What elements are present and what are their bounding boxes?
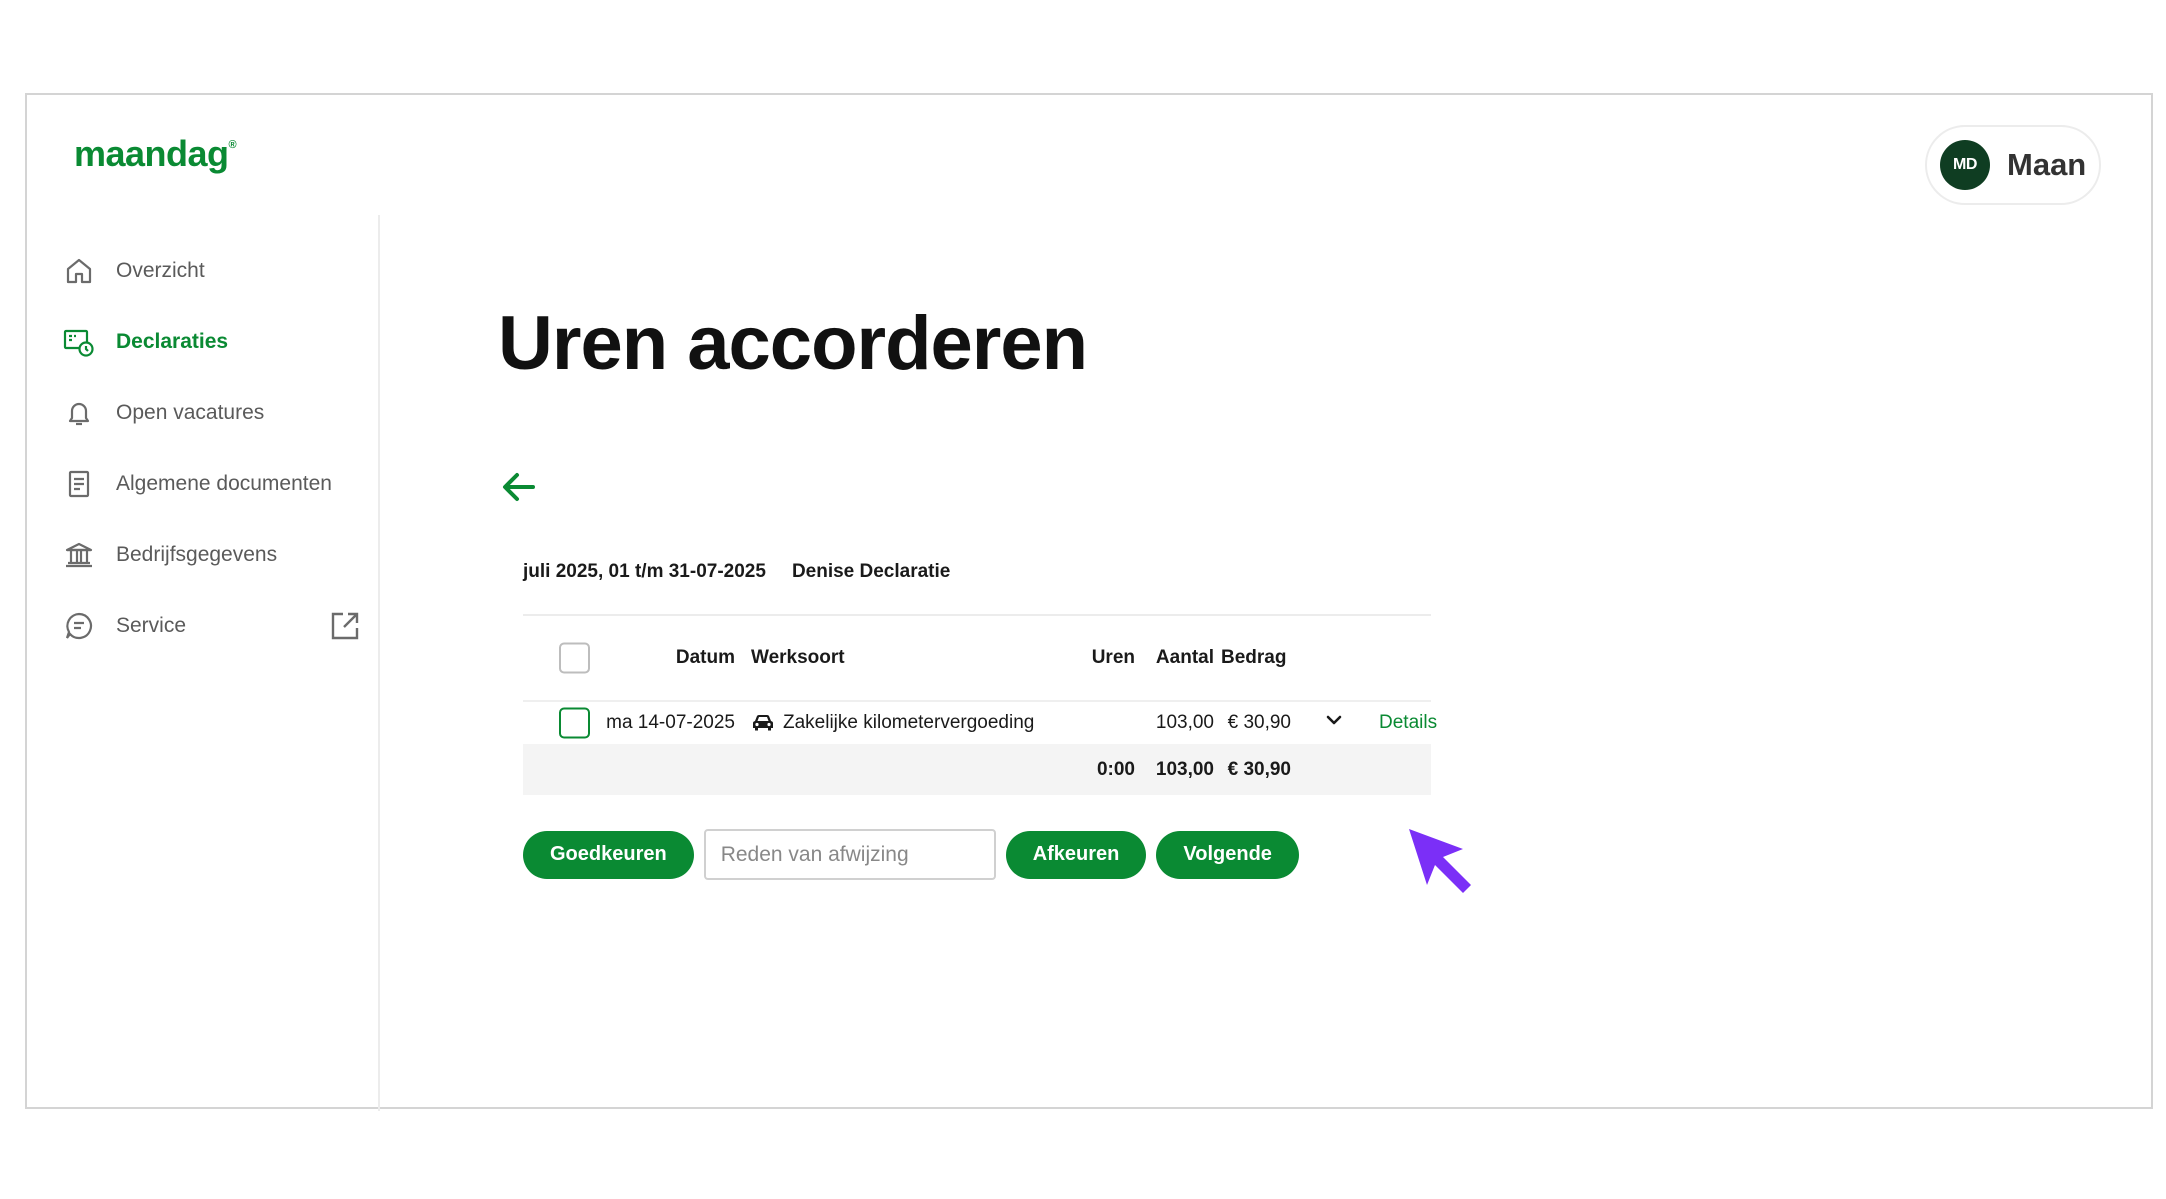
approve-button[interactable]: Goedkeuren — [523, 830, 694, 879]
sidebar-item-overzicht[interactable]: Overzicht — [62, 235, 362, 306]
bank-icon — [62, 538, 96, 572]
sidebar-item-label: Declaraties — [116, 329, 229, 353]
header-werksoort: Werksoort — [751, 647, 845, 668]
total-uren: 0:00 — [1096, 758, 1135, 780]
werksoort-label: Zakelijke kilometervergoeding — [783, 712, 1035, 733]
sidebar-divider — [378, 215, 380, 1111]
sidebar-item-label: Bedrijfsgegevens — [116, 542, 278, 566]
avatar: MD — [1940, 140, 1990, 190]
total-aantal: 103,00 — [1155, 758, 1214, 780]
mouse-cursor-icon — [1407, 827, 1475, 895]
expand-row-button[interactable] — [1323, 709, 1345, 737]
table-row: ma 14-07-2025 Zakelijke kilometervergoed… — [523, 702, 1437, 744]
receipt-clock-icon — [62, 325, 96, 359]
total-bedrag: € 30,90 — [1227, 758, 1291, 780]
header-datum: Datum — [675, 647, 735, 668]
external-link-icon[interactable] — [328, 609, 362, 643]
table-totals-row: 0:00 103,00 € 30,90 — [523, 744, 1431, 795]
document-icon — [62, 467, 96, 501]
header-uren: Uren — [1091, 647, 1135, 668]
sidebar-item-label: Service — [116, 613, 187, 637]
sidebar-item-bedrijfsgegevens[interactable]: Bedrijfsgegevens — [62, 519, 362, 590]
logo-mark: ® — [228, 139, 237, 151]
car-icon — [753, 714, 773, 731]
cell-werksoort: Zakelijke kilometervergoeding — [751, 712, 1034, 734]
home-icon — [62, 254, 96, 288]
page-title: Uren accorderen — [498, 301, 1088, 386]
rejection-reason-input[interactable] — [703, 829, 996, 880]
chat-icon — [62, 609, 96, 643]
cell-bedrag: € 30,90 — [1227, 712, 1291, 733]
sidebar-item-open-vacatures[interactable]: Open vacatures — [62, 377, 362, 448]
sidebar-item-label: Algemene documenten — [116, 471, 332, 495]
sidebar-item-algemene-documenten[interactable]: Algemene documenten — [62, 448, 362, 519]
cell-aantal: 103,00 — [1155, 712, 1214, 733]
bell-icon — [62, 396, 96, 430]
header-aantal: Aantal — [1155, 647, 1214, 668]
user-menu-button[interactable]: MD Maan — [1925, 125, 2101, 205]
chevron-down-icon — [1326, 715, 1342, 725]
table-header-row: Datum Werksoort Uren Aantal Bedrag — [523, 616, 1431, 702]
cell-datum: ma 14-07-2025 — [606, 712, 735, 733]
maandag-logo[interactable]: maandag® — [74, 133, 237, 175]
sidebar-item-label: Overzicht — [116, 258, 205, 282]
next-button[interactable]: Volgende — [1156, 830, 1299, 879]
declaration-header: juli 2025, 01 t/m 31-07-2025 Denise Decl… — [523, 561, 950, 583]
declaration-name: Denise Declaratie — [791, 561, 951, 582]
back-arrow-icon[interactable] — [499, 467, 539, 507]
period-label: juli 2025, 01 t/m 31-07-2025 — [523, 561, 766, 582]
sidebar-nav: Overzicht Declaraties Open vacatures Alg… — [62, 235, 362, 661]
header-bedrag: Bedrag — [1221, 647, 1287, 668]
sidebar-item-label: Open vacatures — [116, 400, 265, 424]
logo-text: maandag — [74, 133, 229, 174]
row-checkbox[interactable] — [559, 707, 590, 739]
sidebar-item-service[interactable]: Service — [62, 590, 362, 661]
action-bar: Goedkeuren Afkeuren Volgende — [523, 829, 1299, 880]
details-link[interactable]: Details — [1379, 712, 1437, 734]
sidebar-item-declaraties[interactable]: Declaraties — [62, 306, 362, 377]
select-all-checkbox[interactable] — [559, 642, 590, 674]
user-name: Maan — [2007, 147, 2087, 182]
app-frame: maandag® MD Maan Overzicht Declaraties O… — [25, 93, 2153, 1111]
hours-table: Datum Werksoort Uren Aantal Bedrag ma 14… — [523, 614, 1437, 795]
reject-button[interactable]: Afkeuren — [1005, 830, 1147, 879]
